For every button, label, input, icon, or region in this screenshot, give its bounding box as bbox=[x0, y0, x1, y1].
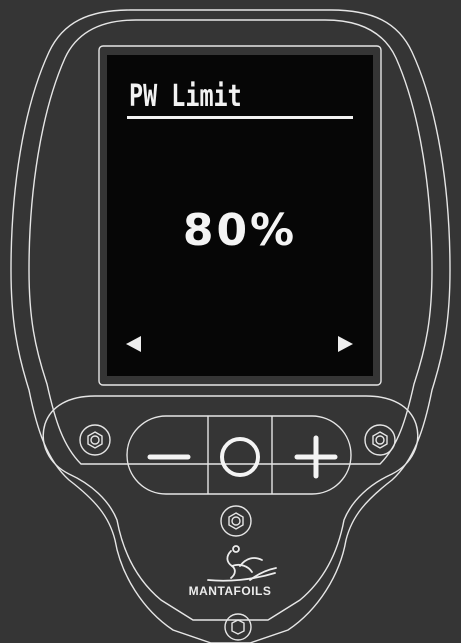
plus-button[interactable] bbox=[273, 416, 351, 494]
triangle-right-icon bbox=[338, 336, 353, 352]
setting-value: 80% bbox=[182, 205, 298, 256]
display-screen: PW Limit 80% bbox=[107, 55, 373, 376]
mantafoils-logo-icon bbox=[207, 545, 277, 582]
screw-right bbox=[364, 424, 396, 456]
title-underline bbox=[127, 116, 353, 119]
minus-button[interactable] bbox=[128, 416, 208, 494]
screw-left bbox=[79, 424, 111, 456]
screw-center bbox=[220, 505, 252, 537]
brand-name: MANTAFOILS bbox=[188, 584, 272, 598]
screw-bottom bbox=[224, 613, 252, 641]
screen-title: PW Limit bbox=[129, 79, 242, 114]
select-button[interactable] bbox=[209, 416, 272, 494]
triangle-left-icon bbox=[126, 336, 141, 352]
